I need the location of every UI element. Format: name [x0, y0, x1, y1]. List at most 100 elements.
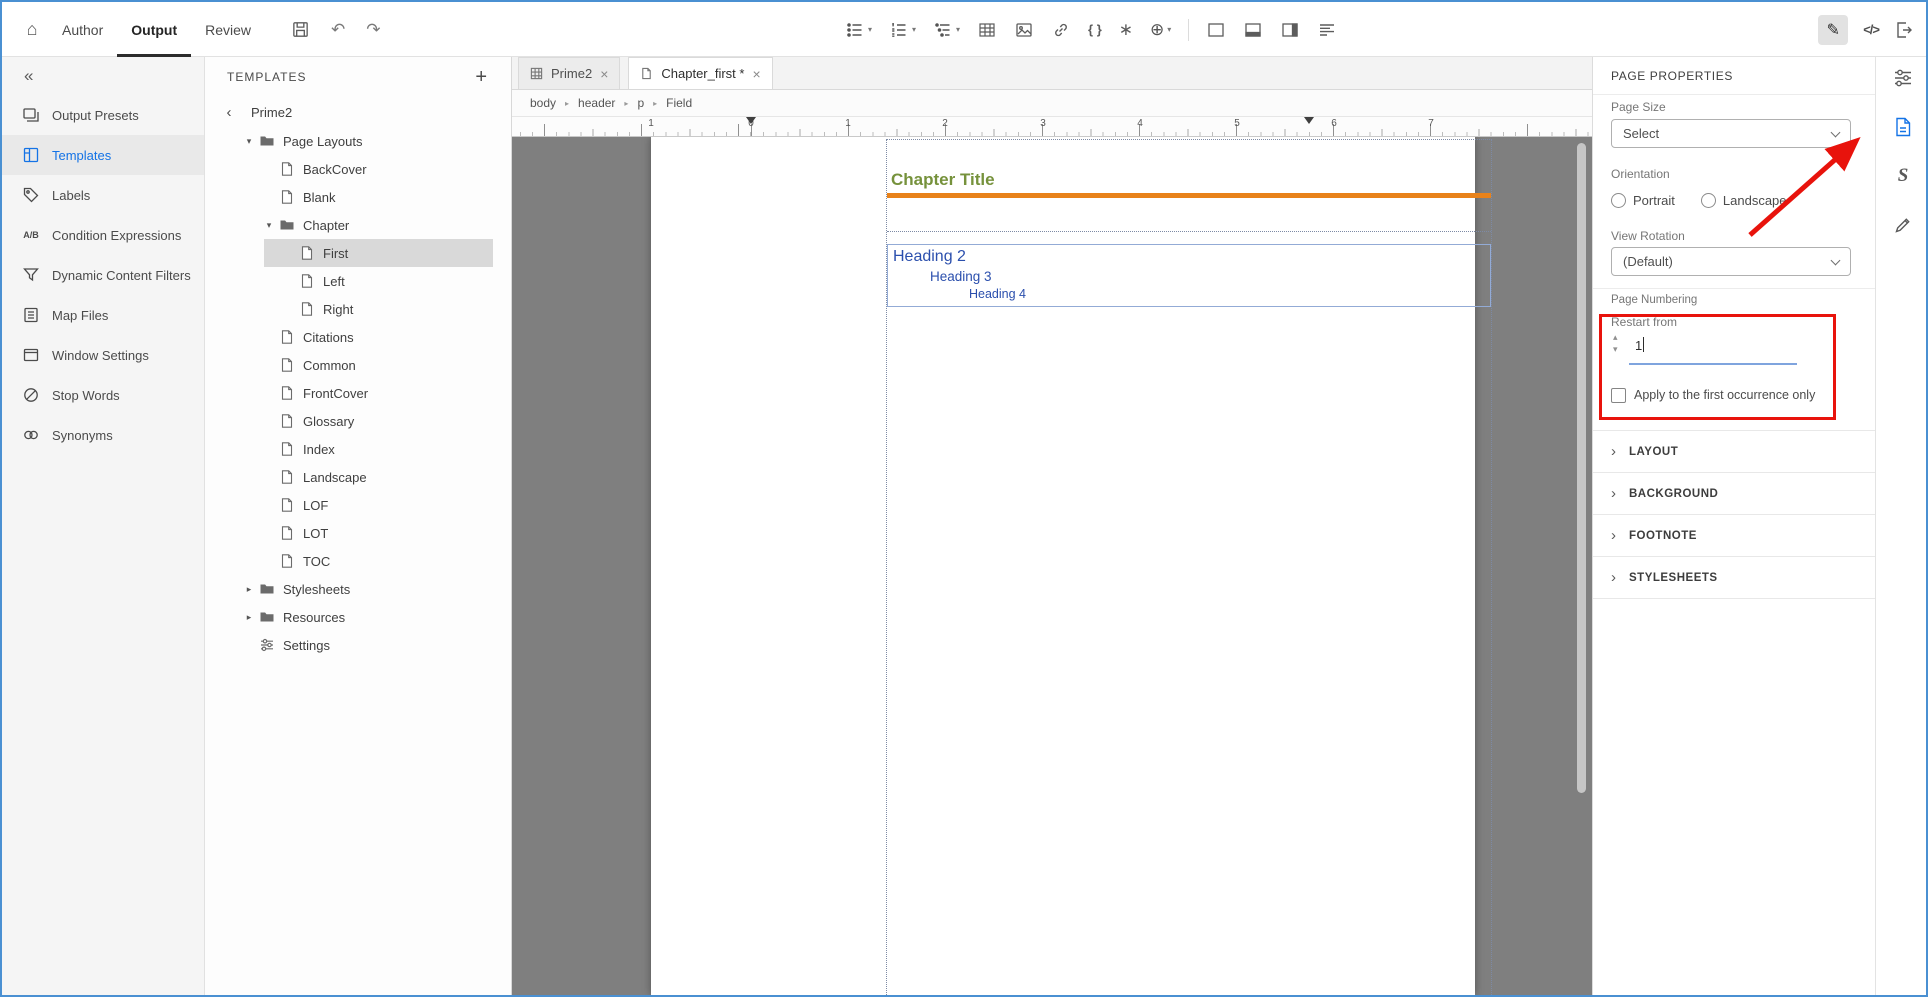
heading3-text[interactable]: Heading 3	[930, 269, 992, 284]
sidebar-item-stop-words[interactable]: Stop Words	[2, 375, 204, 415]
page-properties-button[interactable]	[1892, 116, 1914, 138]
synonyms-icon	[22, 426, 40, 444]
tree-item-common[interactable]: Common	[205, 351, 511, 379]
tree-item-lot[interactable]: LOT	[205, 519, 511, 547]
landscape-radio[interactable]: Landscape	[1700, 193, 1787, 208]
window-settings-icon	[22, 346, 40, 364]
tree-item-first[interactable]: First	[205, 239, 511, 267]
tree-item-landscape[interactable]: Landscape	[205, 463, 511, 491]
tree-item-backcover[interactable]: BackCover	[205, 155, 511, 183]
review-pen-button[interactable]	[1892, 214, 1914, 236]
sidebar-item-label: Stop Words	[52, 387, 120, 403]
view-rotation-select[interactable]: (Default)	[1611, 247, 1851, 276]
orientation-label: Orientation	[1611, 167, 1670, 181]
sidebar-item-condition-expressions[interactable]: A/B Condition Expressions	[2, 215, 204, 255]
section-background[interactable]: › BACKGROUND	[1593, 472, 1875, 514]
collapse-sidebar-button[interactable]: «	[2, 57, 204, 95]
tree-item-frontcover[interactable]: FrontCover	[205, 379, 511, 407]
heading4-text[interactable]: Heading 4	[969, 287, 1026, 301]
formatting-marks-icon	[1320, 23, 1335, 36]
insert-variable-button[interactable]: { }	[1088, 22, 1102, 37]
tab-output[interactable]: Output	[117, 2, 191, 57]
open-output-icon	[1897, 21, 1912, 38]
tree-item-citations[interactable]: Citations	[205, 323, 511, 351]
tree-item-resources[interactable]: ▸ Resources	[205, 603, 511, 631]
redo-button[interactable]: ↷	[366, 21, 380, 38]
tree-item-blank[interactable]: Blank	[205, 183, 511, 211]
undo-button[interactable]: ↶	[331, 21, 345, 38]
spinner-down-button[interactable]: ▾	[1613, 345, 1618, 354]
apply-first-occurrence-checkbox[interactable]: Apply to the first occurrence only	[1611, 387, 1815, 404]
tree-item-lof[interactable]: LOF	[205, 491, 511, 519]
ruler-margin-marker[interactable]	[1304, 117, 1314, 124]
sidebar-item-dynamic-content-filters[interactable]: Dynamic Content Filters	[2, 255, 204, 295]
close-tab-icon[interactable]: ×	[752, 66, 760, 82]
breadcrumb-item-p[interactable]: p	[637, 96, 644, 110]
tree-item-chapter[interactable]: ▾ Chapter	[205, 211, 511, 239]
multilevel-list-button[interactable]: ▾	[933, 20, 960, 40]
tree-item-label: First	[323, 245, 349, 261]
header-text-frame[interactable]: Chapter Title Heading 2 Heading 3 Headin…	[886, 139, 1492, 995]
spinner-up-button[interactable]: ▴	[1613, 333, 1618, 342]
sidebar-item-output-presets[interactable]: Output Presets	[2, 95, 204, 135]
tree-item-glossary[interactable]: Glossary	[205, 407, 511, 435]
insert-image-button[interactable]	[1014, 20, 1034, 40]
page-size-select[interactable]: Select	[1611, 119, 1851, 148]
portrait-radio[interactable]: Portrait	[1611, 193, 1675, 208]
tree-item-right[interactable]: Right	[205, 295, 511, 323]
tree-item-page-layouts[interactable]: ▾ Page Layouts	[205, 127, 511, 155]
bullet-list-button[interactable]: ▾	[845, 20, 872, 40]
chevron-down-icon: ▾	[1167, 25, 1172, 34]
section-stylesheets[interactable]: › STYLESHEETS	[1593, 556, 1875, 598]
styles-button[interactable]: S	[1892, 165, 1914, 187]
restart-from-input[interactable]	[1631, 335, 1791, 355]
layout-split-bottom-button[interactable]	[1243, 20, 1263, 40]
close-tab-icon[interactable]: ×	[600, 66, 608, 82]
layout-split-right-button[interactable]	[1280, 20, 1300, 40]
chapter-title-text[interactable]: Chapter Title	[891, 170, 995, 190]
insert-link-button[interactable]	[1051, 20, 1071, 40]
sidebar-item-window-settings[interactable]: Window Settings	[2, 335, 204, 375]
content-properties-button[interactable]	[1892, 67, 1914, 89]
vertical-scrollbar[interactable]	[1577, 143, 1586, 793]
layout-single-button[interactable]	[1206, 20, 1226, 40]
sidebar-item-labels[interactable]: Labels	[2, 175, 204, 215]
tree-root-prime2[interactable]: ‹ Prime2	[205, 97, 511, 127]
sidebar-item-map-files[interactable]: Map Files	[2, 295, 204, 335]
home-button[interactable]: ⌂	[16, 2, 48, 57]
section-layout[interactable]: › LAYOUT	[1593, 430, 1875, 472]
page-icon	[299, 245, 315, 261]
tab-review[interactable]: Review	[191, 2, 265, 57]
heading2-text[interactable]: Heading 2	[893, 248, 966, 266]
tree-item-left[interactable]: Left	[205, 267, 511, 295]
insert-table-button[interactable]	[977, 20, 997, 40]
tree-item-settings[interactable]: Settings	[205, 631, 511, 659]
caret-down-icon: ▾	[266, 219, 272, 230]
edit-mode-button[interactable]: ✎	[1818, 14, 1849, 45]
insert-more-button[interactable]: ⊕ ▾	[1150, 20, 1171, 40]
breadcrumb-item-field[interactable]: Field	[666, 96, 692, 110]
ruler-margin-marker[interactable]	[746, 117, 756, 124]
numbered-list-button[interactable]: ▾	[889, 20, 916, 40]
snippet-icon: ∗	[1118, 19, 1134, 39]
tree-item-toc[interactable]: TOC	[205, 547, 511, 575]
formatting-marks-button[interactable]	[1317, 20, 1337, 40]
sidebar-item-synonyms[interactable]: Synonyms	[2, 415, 204, 455]
sidebar-item-templates[interactable]: Templates	[2, 135, 204, 175]
tab-author[interactable]: Author	[48, 2, 117, 57]
tree-item-label: Landscape	[303, 469, 367, 485]
doc-tab-prime2[interactable]: Prime2 ×	[518, 57, 621, 89]
save-button[interactable]	[291, 20, 310, 39]
add-template-button[interactable]: +	[475, 67, 487, 87]
section-footnote[interactable]: › FOOTNOTE	[1593, 514, 1875, 556]
source-view-button[interactable]: </>	[1863, 22, 1880, 37]
insert-snippet-button[interactable]: ∗	[1119, 20, 1133, 40]
page-canvas[interactable]: Chapter Title Heading 2 Heading 3 Headin…	[651, 137, 1492, 995]
breadcrumb-item-header[interactable]: header	[578, 96, 615, 110]
breadcrumb-item-body[interactable]: body	[530, 96, 556, 110]
doc-tab-chapter-first[interactable]: Chapter_first * ×	[628, 57, 773, 89]
headings-field-box[interactable]: Heading 2 Heading 3 Heading 4	[887, 244, 1491, 307]
tree-item-index[interactable]: Index	[205, 435, 511, 463]
open-output-button[interactable]	[1894, 20, 1914, 40]
tree-item-stylesheets[interactable]: ▸ Stylesheets	[205, 575, 511, 603]
